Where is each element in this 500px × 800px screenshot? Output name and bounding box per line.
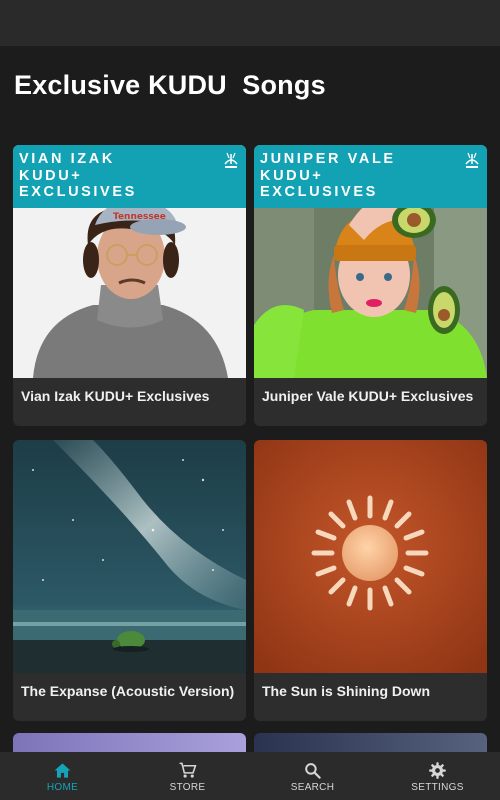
album-card-the-expanse[interactable]: The Expanse (Acoustic Version) [13,440,246,721]
kudu-logo-icon [465,152,479,168]
nav-home[interactable]: HOME [0,752,125,800]
status-bar [0,0,500,46]
gear-icon [429,762,446,779]
album-title: Juniper Vale KUDU+ Exclusives [262,388,474,404]
album-art [254,440,487,673]
cart-icon [179,762,197,778]
bottom-nav: HOME STORE SEARCH SETTINGS [0,752,500,800]
album-title: The Sun is Shining Down [262,683,430,699]
banner-line: KUDU+ [19,167,83,184]
album-art [13,440,246,673]
home-icon [54,763,71,778]
artist-banner: VIAN IZAK KUDU+ EXCLUSIVES [13,145,246,208]
album-card-partial[interactable] [254,733,487,753]
nav-label: HOME [46,782,79,793]
banner-line: EXCLUSIVES [260,184,378,200]
nav-settings[interactable]: SETTINGS [375,752,500,800]
nav-label: SETTINGS [411,782,464,793]
nav-label: STORE [169,782,206,793]
banner-line: KUDU+ [260,167,324,184]
nav-search[interactable]: SEARCH [250,752,375,800]
album-card-partial[interactable] [13,733,246,753]
album-art: Tennessee VIAN IZAK KUDU+ EXCLUSIVES [13,145,246,378]
banner-line: VIAN IZAK [19,151,115,167]
album-title: Vian Izak KUDU+ Exclusives [21,388,210,404]
album-card-juniper-vale[interactable]: JUNIPER VALE KUDU+ EXCLUSIVES Juniper Va… [254,145,487,426]
nav-store[interactable]: STORE [125,752,250,800]
banner-line: JUNIPER VALE [260,151,396,167]
page-title: Exclusive KUDU Songs [14,70,326,100]
album-card-sun-shining[interactable]: The Sun is Shining Down [254,440,487,721]
album-card-vian-izak[interactable]: Tennessee VIAN IZAK KUDU+ EXCLUSIVES Via… [13,145,246,426]
search-icon [305,763,321,779]
nav-label: SEARCH [290,782,335,793]
album-art: JUNIPER VALE KUDU+ EXCLUSIVES [254,145,487,378]
svg-text:Tennessee: Tennessee [113,212,166,222]
album-title: The Expanse (Acoustic Version) [21,683,235,699]
artist-banner: JUNIPER VALE KUDU+ EXCLUSIVES [254,145,487,208]
banner-line: EXCLUSIVES [19,184,137,200]
kudu-logo-icon [224,152,238,168]
